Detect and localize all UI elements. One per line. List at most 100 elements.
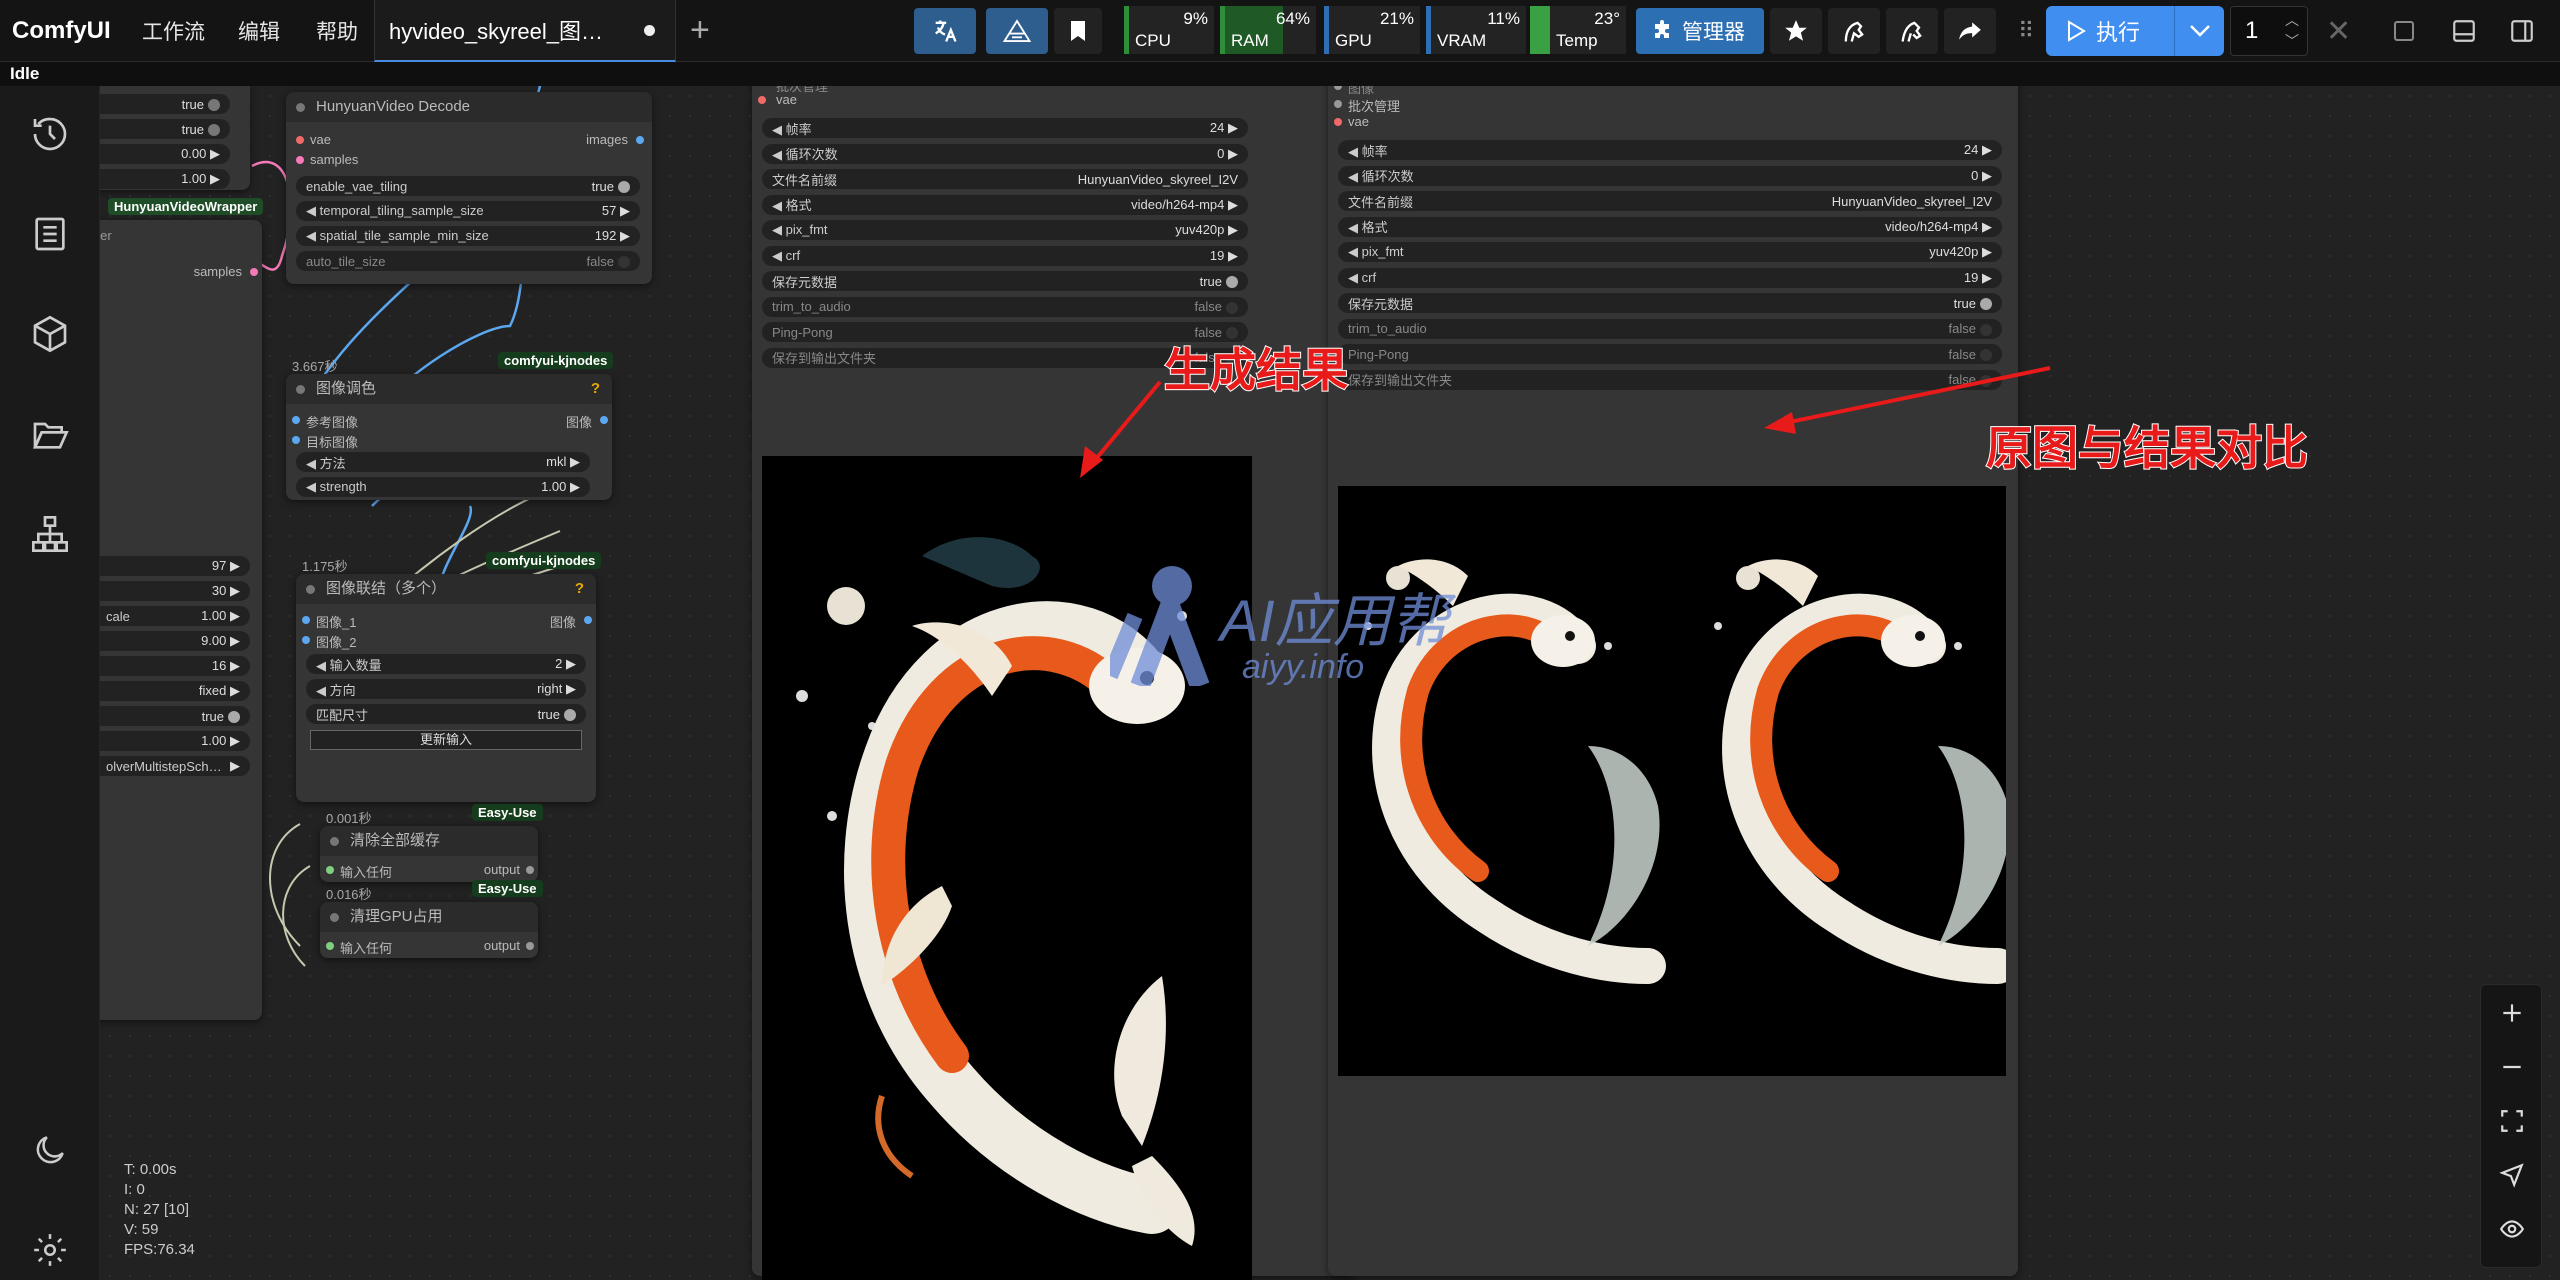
zoom-in-button[interactable] [2490,991,2534,1035]
close-icon[interactable]: ✕ [2326,0,2351,62]
stat-fps: FPS:76.34 [124,1241,195,1258]
unsaved-dot-icon [644,25,655,36]
ram-monitor: RAM 64% [1220,6,1316,54]
arrow-compare-head [1764,412,1796,434]
cpu-value: 9% [1183,9,1208,28]
annotation-result: 生成结果 [1163,342,1349,398]
ram-label: RAM [1231,31,1269,50]
manager-button[interactable]: 管理器 [1636,8,1764,54]
mountain-logo-icon [1002,19,1032,42]
zoom-controls [2480,984,2542,1268]
menu-edit[interactable]: 编辑 [238,0,280,62]
new-tab-button[interactable]: + [690,12,710,48]
fit-screen-icon [2501,1110,2523,1132]
moon-icon [36,1136,64,1164]
list-doc-icon [35,217,65,251]
drag-handle-icon[interactable]: ⠿ [2018,0,2034,62]
stat-i: I: 0 [124,1181,145,1198]
right-panel-button[interactable] [2502,8,2542,54]
bookmark-button[interactable] [1054,8,1102,54]
sidebar-settings[interactable] [28,1228,72,1272]
minus-icon [2503,1065,2521,1069]
sidebar-workflows[interactable] [28,512,72,556]
app-logo: ComfyUI [12,17,111,44]
canvas-stats: T: 0.00s I: 0 N: 27 [10] V: 59 FPS:76.34 [124,1160,195,1260]
watermark-text: AI应用帮 [1220,589,1449,654]
tab-workflow[interactable]: hyvideo_skyreel_图… [374,0,676,62]
square-icon [2394,21,2414,41]
vram-monitor: VRAM 11% [1426,6,1526,54]
play-icon [2068,20,2086,42]
panel-right-icon [2511,20,2533,42]
vram-value: 11% [1487,9,1520,28]
stat-nodes: N: 27 [10] [124,1201,190,1218]
translate-icon [935,20,957,42]
folder-open-icon [32,422,69,449]
puzzle-icon [1655,20,1669,38]
cube-icon [33,315,67,353]
status-bar: Idle [0,62,2560,86]
stat-time: T: 0.00s [124,1161,177,1178]
model-manager-button[interactable] [1828,8,1880,54]
plus-icon [2503,1004,2521,1022]
decrement-icon[interactable]: ﹀ [2285,31,2299,51]
queue-count-value: 1 [2245,17,2259,44]
menu-help[interactable]: 帮助 [316,0,358,62]
bookmark-icon [1071,21,1085,41]
temp-value: 23° [1594,9,1620,28]
watermark-url: aiyy.info [1242,648,1365,686]
gpu-label: GPU [1335,31,1372,50]
annotation-compare: 原图与结果对比 [1985,420,2309,476]
chevron-down-icon [2189,25,2210,37]
sitemap-icon [32,516,68,552]
gpu-value: 21% [1379,9,1414,28]
horse-icon [1844,21,1864,42]
sidebar-node-library[interactable] [28,312,72,356]
favorites-button[interactable] [1770,8,1822,54]
horse-outline-icon [1901,21,1922,42]
manager-label: 管理器 [1682,21,1745,44]
watermark: AI应用帮 aiyy.info [1102,566,1449,691]
run-mode-dropdown[interactable] [2174,6,2224,56]
ram-value: 64% [1275,9,1310,28]
sidebar-theme-toggle[interactable] [28,1128,72,1172]
run-button[interactable]: 执行 [2046,6,2174,56]
share-arrow-icon [1959,22,1981,40]
vram-label: VRAM [1437,31,1487,50]
sidebar [0,86,100,1280]
history-icon [33,117,67,151]
fit-view-button[interactable] [2490,1099,2534,1143]
watermark-logo-icon [1102,566,1210,690]
toggle-panel-button[interactable] [2384,8,2424,54]
gpu-monitor: GPU 21% [1324,6,1420,54]
share-button[interactable] [1944,8,1996,54]
arrow-result-head [1080,446,1103,478]
sidebar-history[interactable] [28,112,72,156]
queue-count-input[interactable]: 1 ︿ ﹀ [2230,6,2308,56]
temp-label: Temp [1556,31,1598,50]
run-label: 执行 [2096,20,2141,45]
toggle-links-button[interactable] [2490,1207,2534,1251]
crystools-button[interactable] [986,8,1048,54]
menu-workflow[interactable]: 工作流 [142,0,205,62]
sidebar-queue[interactable] [28,212,72,256]
navigation-arrow-icon [2499,1163,2524,1188]
cpu-label: CPU [1135,31,1171,50]
top-bar: ComfyUI 工作流 编辑 帮助 hyvideo_skyreel_图… + C… [0,0,2560,62]
bottom-panel-button[interactable] [2444,8,2484,54]
translate-button[interactable] [914,8,976,54]
tab-title: hyvideo_skyreel_图… [389,19,603,44]
panel-bottom-icon [2453,20,2475,42]
arrow-result [1088,380,1162,468]
cpu-monitor: CPU 9% [1124,6,1214,54]
temp-monitor: Temp 23° [1530,6,1626,54]
zoom-out-button[interactable] [2490,1045,2534,1089]
model-download-button[interactable] [1886,8,1938,54]
star-icon [1785,20,1807,41]
select-mode-button[interactable] [2490,1153,2534,1197]
eye-icon [2499,1220,2525,1238]
increment-icon[interactable]: ︿ [2285,10,2299,30]
node-canvas[interactable]: true true 0.00 ▶ 1.00 ▶ HunyuanVideoWrap… [100,86,2560,1280]
sidebar-models[interactable] [28,412,72,456]
gear-icon [34,1234,66,1266]
